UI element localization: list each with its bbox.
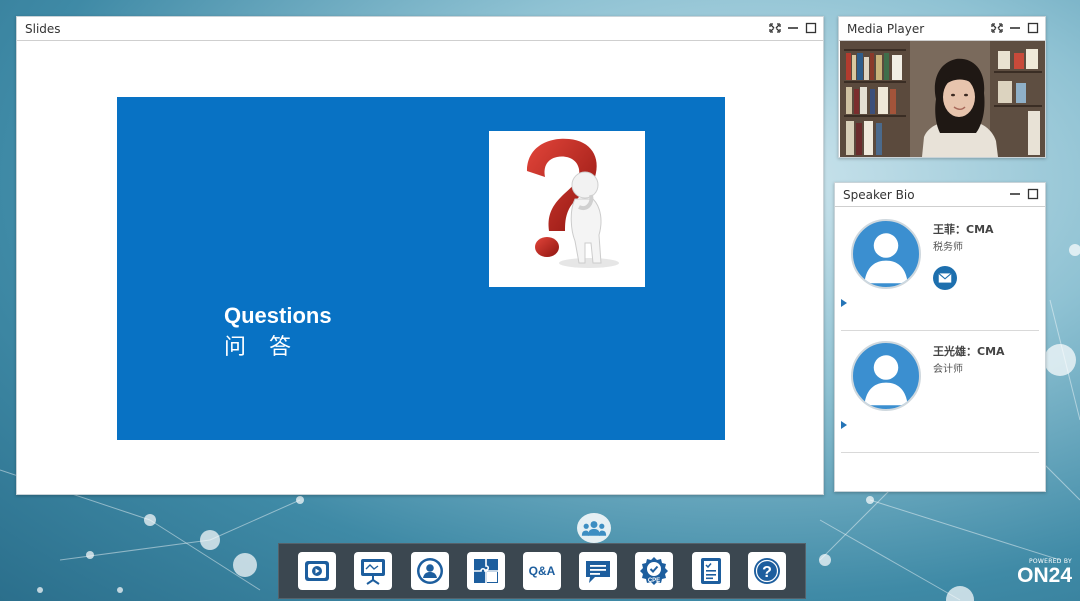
cpe-label: CPE [648,578,660,584]
slides-panel-title: Slides [25,21,61,36]
slides-panel: Slides Questions 问 答 [16,16,824,495]
slides-panel-header: Slides [17,17,823,41]
bio-window-controls [1009,187,1039,201]
fullscreen-icon[interactable] [769,21,781,35]
chat-icon [586,561,611,583]
svg-text:?: ? [762,564,772,581]
maximize-icon[interactable] [1027,187,1039,201]
survey-icon [700,558,721,584]
minimize-icon[interactable] [1009,21,1021,35]
speaker-role: 会计师 [933,364,963,375]
survey-button[interactable] [691,552,730,590]
question-mark-figure-icon [527,138,619,268]
media-panel-title: Media Player [847,21,925,36]
speaker-bio-panel: Speaker Bio 王菲：CMA 税务师 王光雄：CMA 会计师 [834,182,1046,492]
help-icon: ? [753,558,780,584]
resources-button[interactable] [466,552,505,590]
minimize-icon[interactable] [1009,187,1021,201]
media-player-icon [305,561,330,581]
video-frame [840,41,1045,157]
qa-icon: Q&A [528,564,556,578]
mail-icon[interactable] [933,266,957,290]
speaker-card-1: 王菲：CMA 税务师 [841,209,1039,331]
bookshelf [840,41,910,157]
speaker-video[interactable] [840,41,1045,157]
speaker-name: 王光雄：CMA [933,345,1005,358]
group-icon [577,513,611,543]
maximize-icon[interactable] [805,21,817,35]
bio-panel-title: Speaker Bio [843,187,915,202]
resources-puzzle-icon [473,559,498,583]
help-button[interactable]: ? [747,552,786,590]
speaker-role: 税务师 [933,242,963,253]
cpe-button[interactable]: CPE [635,552,674,590]
expand-arrow-icon[interactable] [841,299,847,307]
media-window-controls [991,21,1039,35]
slides-window-controls [769,21,817,35]
cpe-badge-icon: CPE [640,557,669,585]
on24-logo: POWERED BY ON24 [1008,558,1072,598]
fullscreen-icon[interactable] [991,21,1003,35]
media-player-panel: Media Player [838,16,1046,158]
on24-logo-text: ON24 [1017,564,1072,587]
slides-button[interactable] [354,552,393,590]
speaker-card-2: 王光雄：CMA 会计师 [841,331,1039,453]
slide-heading-english: Questions [224,303,332,328]
slide-content: Questions 问 答 [117,97,725,440]
minimize-icon[interactable] [787,21,799,35]
question-mark-figure-image [489,131,645,287]
speaker-name: 王菲：CMA [933,223,994,236]
tool-dock: Q&A CPE ? [278,543,806,599]
media-panel-header: Media Player [839,17,1045,41]
bio-panel-header: Speaker Bio [835,183,1045,207]
slides-icon [361,559,386,585]
avatar-icon [851,219,921,289]
media-player-button[interactable] [298,552,337,590]
qa-button[interactable]: Q&A [522,552,561,590]
maximize-icon[interactable] [1027,21,1039,35]
expand-arrow-icon[interactable] [841,421,847,429]
slide-heading-chinese: 问 答 [224,335,299,360]
chat-button[interactable] [579,552,618,590]
speaker-bio-icon [416,558,443,584]
speaker-bio-button[interactable] [410,552,449,590]
avatar-icon [851,341,921,411]
